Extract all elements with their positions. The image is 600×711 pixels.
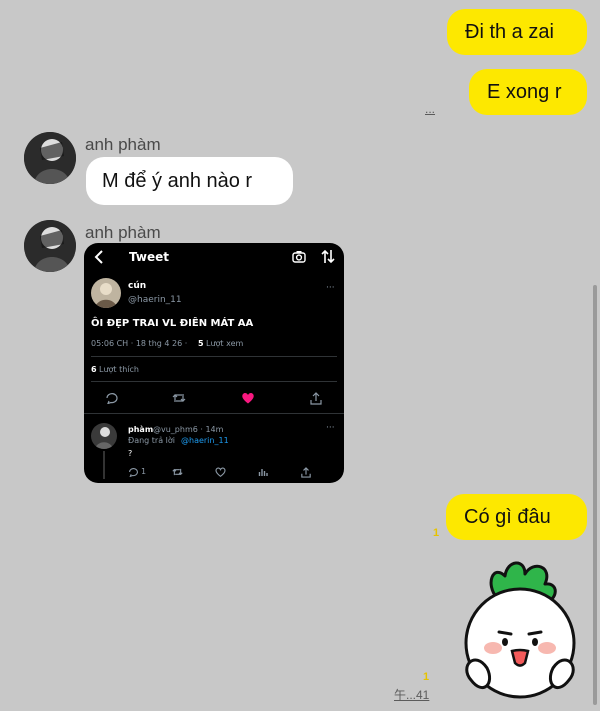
divider <box>91 381 337 382</box>
divider <box>91 356 337 357</box>
reply-text: ? <box>128 449 133 458</box>
reply-comment-count: 1 <box>141 467 147 476</box>
sender-avatar[interactable] <box>24 132 76 184</box>
like-heart-icon <box>242 392 254 404</box>
tweet-author-name: cún <box>128 281 147 291</box>
more-icon: ··· <box>326 423 335 433</box>
unread-count: 1 <box>423 671 430 683</box>
tweet-author-avatar <box>91 278 121 308</box>
tweet-time: 05:06 CH · 18 thg 4 26 · <box>91 339 188 348</box>
retweet-icon <box>172 468 183 476</box>
reply-author-name: phàm <box>128 425 154 434</box>
sender-name: anh phàm <box>85 223 161 242</box>
outgoing-message[interactable]: E xong r <box>469 69 587 115</box>
like-icon <box>215 467 226 477</box>
tweet-views-label: Lượt xem <box>206 339 244 348</box>
incoming-message[interactable]: M để ý anh nào r <box>86 157 293 205</box>
views-icon <box>258 469 268 476</box>
outgoing-message[interactable]: Đi th a zai <box>447 9 587 55</box>
scrollbar[interactable] <box>593 285 597 705</box>
tweet-body: ÔI ĐẸP TRAI VL ĐIÊN MÁT AA <box>91 318 254 329</box>
reply-to-prefix: Đang trả lời <box>128 436 176 445</box>
divider <box>84 413 344 414</box>
tweet-likes-count: 6 <box>91 365 97 374</box>
share-icon <box>310 392 322 405</box>
sort-icon <box>321 249 335 264</box>
message-time: 午...41 <box>394 688 430 702</box>
tweet-screenshot-image[interactable]: Tweet cún @haerin_11 ··· ÔI ĐẸP TRAI VL … <box>84 243 344 483</box>
back-arrow-icon <box>94 250 103 264</box>
outgoing-message[interactable]: Có gì đâu <box>446 494 587 540</box>
reply-author-handle: @vu_phm6 · 14m <box>153 425 224 434</box>
tweet-views-count: 5 <box>198 339 204 348</box>
reply-author-avatar <box>91 423 117 449</box>
share-icon <box>301 467 311 478</box>
tweet-header-title: Tweet <box>129 250 169 264</box>
turnip-sticker[interactable] <box>455 558 585 701</box>
camera-icon <box>292 251 306 263</box>
retweet-icon <box>172 394 186 402</box>
more-icon: ··· <box>326 283 335 293</box>
read-status: ... <box>425 102 436 116</box>
reply-icon <box>106 393 118 404</box>
sender-name: anh phàm <box>85 135 161 154</box>
tweet-likes-label: Lượt thích <box>99 365 139 374</box>
unread-count: 1 <box>433 527 440 539</box>
sender-avatar[interactable] <box>24 220 76 272</box>
thread-line <box>103 451 105 479</box>
reply-to-handle: @haerin_11 <box>181 436 229 445</box>
tweet-author-handle: @haerin_11 <box>128 295 182 305</box>
reply-icon <box>129 468 138 477</box>
